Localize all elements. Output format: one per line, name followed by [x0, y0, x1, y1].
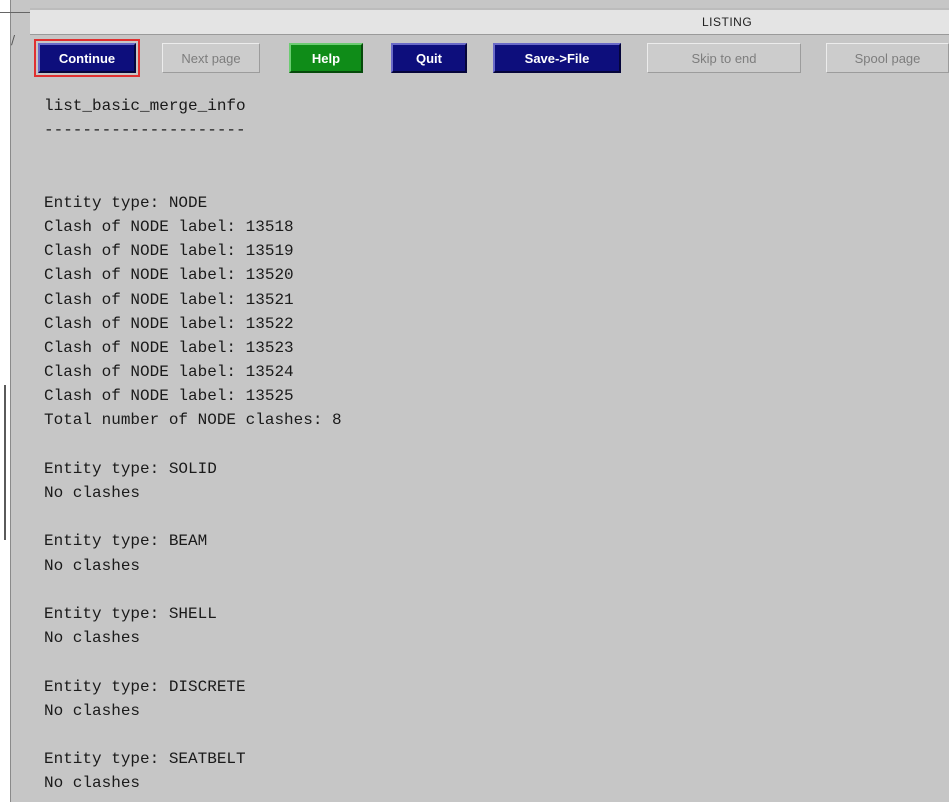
listing-line: No clashes	[44, 774, 141, 793]
listing-line	[44, 578, 924, 602]
listing-line	[44, 142, 924, 166]
listing-line: Entity type: BEAM	[44, 532, 208, 551]
listing-line	[44, 167, 924, 191]
listing-line: No clashes	[44, 701, 141, 720]
listing-toolbar: Continue Next page Help Quit Save->File …	[30, 36, 949, 82]
listing-line: No clashes	[44, 629, 141, 648]
listing-line: No clashes	[44, 556, 141, 575]
listing-line: Clash of NODE label: 13520	[44, 266, 294, 285]
window-frame-left	[0, 0, 11, 802]
listing-line: Clash of NODE label: 13518	[44, 217, 294, 236]
listing-line	[44, 505, 924, 529]
title-bar: LISTING	[30, 8, 949, 35]
quit-button[interactable]: Quit	[391, 43, 467, 73]
help-button[interactable]: Help	[289, 43, 363, 73]
listing-line: Entity type: SOLID	[44, 459, 217, 478]
listing-line: Clash of NODE label: 13523	[44, 338, 294, 357]
listing-line: Total number of NODE clashes: 8	[44, 411, 342, 430]
listing-line: Clash of NODE label: 13522	[44, 314, 294, 333]
scroll-indicator[interactable]	[4, 385, 6, 540]
listing-line	[44, 433, 924, 457]
listing-window: / LISTING Continue Next page Help Quit S…	[0, 0, 949, 802]
listing-line: Entity type: SHELL	[44, 604, 217, 623]
continue-button[interactable]: Continue	[38, 43, 136, 73]
spool-page-button[interactable]: Spool page	[826, 43, 949, 73]
listing-line: Clash of NODE label: 13525	[44, 387, 294, 406]
listing-text-area: list_basic_merge_info -------------------…	[44, 94, 924, 794]
next-page-button[interactable]: Next page	[162, 43, 260, 73]
listing-line	[44, 650, 924, 674]
listing-line: No clashes	[44, 484, 141, 502]
minimize-icon[interactable]	[0, 12, 30, 13]
resize-handle-icon[interactable]: /	[11, 34, 21, 46]
skip-to-end-button[interactable]: Skip to end	[647, 43, 801, 73]
listing-line: Clash of NODE label: 13521	[44, 290, 294, 309]
listing-line: Entity type: NODE	[44, 193, 208, 212]
save-to-file-button[interactable]: Save->File	[493, 43, 621, 73]
listing-line: Clash of NODE label: 13524	[44, 363, 294, 382]
listing-line: Entity type: SEATBELT	[44, 750, 246, 769]
listing-line: ---------------------	[44, 121, 246, 140]
window-title: LISTING	[702, 15, 753, 29]
listing-line: Clash of NODE label: 13519	[44, 242, 294, 261]
listing-line: list_basic_merge_info	[44, 97, 246, 115]
listing-line: Entity type: DISCRETE	[44, 677, 246, 696]
listing-line	[44, 723, 924, 747]
